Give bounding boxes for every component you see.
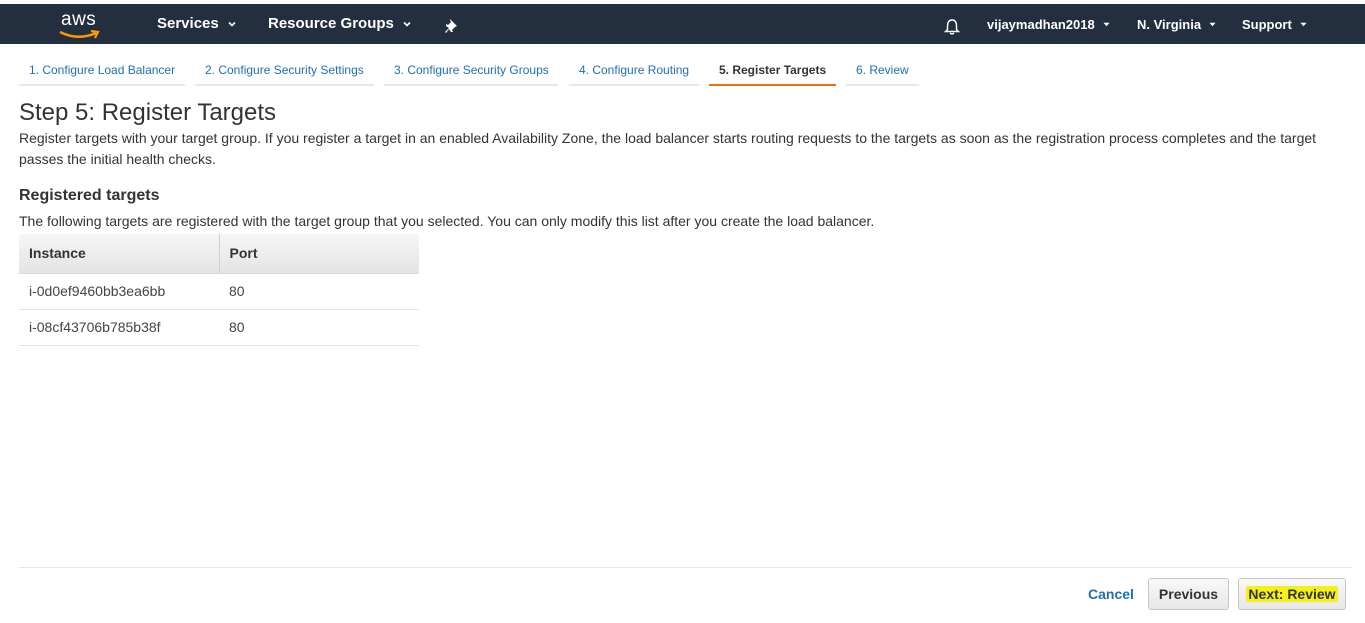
registered-targets-table: Instance Port i-0d0ef9460bb3ea6bb 80 i-0… [19,234,419,346]
page-description: Register targets with your target group.… [19,130,1317,167]
tab-configure-security-groups[interactable]: 3. Configure Security Groups [384,56,558,86]
next-review-button-label: Next: Review [1246,586,1338,602]
next-review-button[interactable]: Next: Review [1238,578,1346,610]
chevron-down-icon [403,21,411,27]
region-menu[interactable]: N. Virginia [1137,17,1216,32]
logo-text: aws [61,9,97,30]
aws-logo[interactable]: aws [58,9,104,41]
cancel-link[interactable]: Cancel [1088,586,1134,602]
chevron-down-icon [1300,22,1307,27]
section-description: The following targets are registered wit… [19,213,875,229]
support-label: Support [1242,17,1292,32]
pin-icon[interactable] [444,18,460,34]
tab-review[interactable]: 6. Review [846,56,919,86]
instance-id-cell: i-0d0ef9460bb3ea6bb [19,273,219,310]
page-title: Step 5: Register Targets [19,99,277,126]
tab-configure-security-settings[interactable]: 2. Configure Security Settings [195,56,374,86]
services-label: Services [157,15,219,32]
table-row: i-0d0ef9460bb3ea6bb 80 [19,273,419,310]
resource-groups-menu[interactable]: Resource Groups [268,15,411,32]
instance-id-cell: i-08cf43706b785b38f [19,309,219,346]
previous-button-label: Previous [1158,586,1219,602]
smile-arrow-icon [59,29,100,39]
column-header-port[interactable]: Port [218,234,419,274]
tab-register-targets[interactable]: 5. Register Targets [709,56,836,86]
username-label: vijaymadhan2018 [987,17,1095,32]
section-title: Registered targets [19,187,160,204]
chevron-down-icon [1209,22,1216,27]
port-cell: 80 [219,309,419,346]
resource-groups-label: Resource Groups [268,15,394,32]
column-header-instance[interactable]: Instance [19,234,219,274]
user-menu[interactable]: vijaymadhan2018 [987,17,1110,32]
tab-configure-load-balancer[interactable]: 1. Configure Load Balancer [19,56,185,86]
region-label: N. Virginia [1137,17,1202,32]
services-menu[interactable]: Services [157,15,236,32]
top-navigation-bar: aws Services Resource Groups vijaymadhan… [0,4,1365,44]
footer-divider [19,567,1352,568]
chevron-down-icon [1103,22,1110,27]
table-row: i-08cf43706b785b38f 80 [19,309,419,346]
support-menu[interactable]: Support [1242,17,1307,32]
previous-button[interactable]: Previous [1148,578,1229,610]
bell-icon[interactable] [943,18,961,36]
chevron-down-icon [228,21,236,27]
port-cell: 80 [219,273,419,310]
table-header-row: Instance Port [19,234,419,274]
tab-configure-routing[interactable]: 4. Configure Routing [569,56,699,86]
